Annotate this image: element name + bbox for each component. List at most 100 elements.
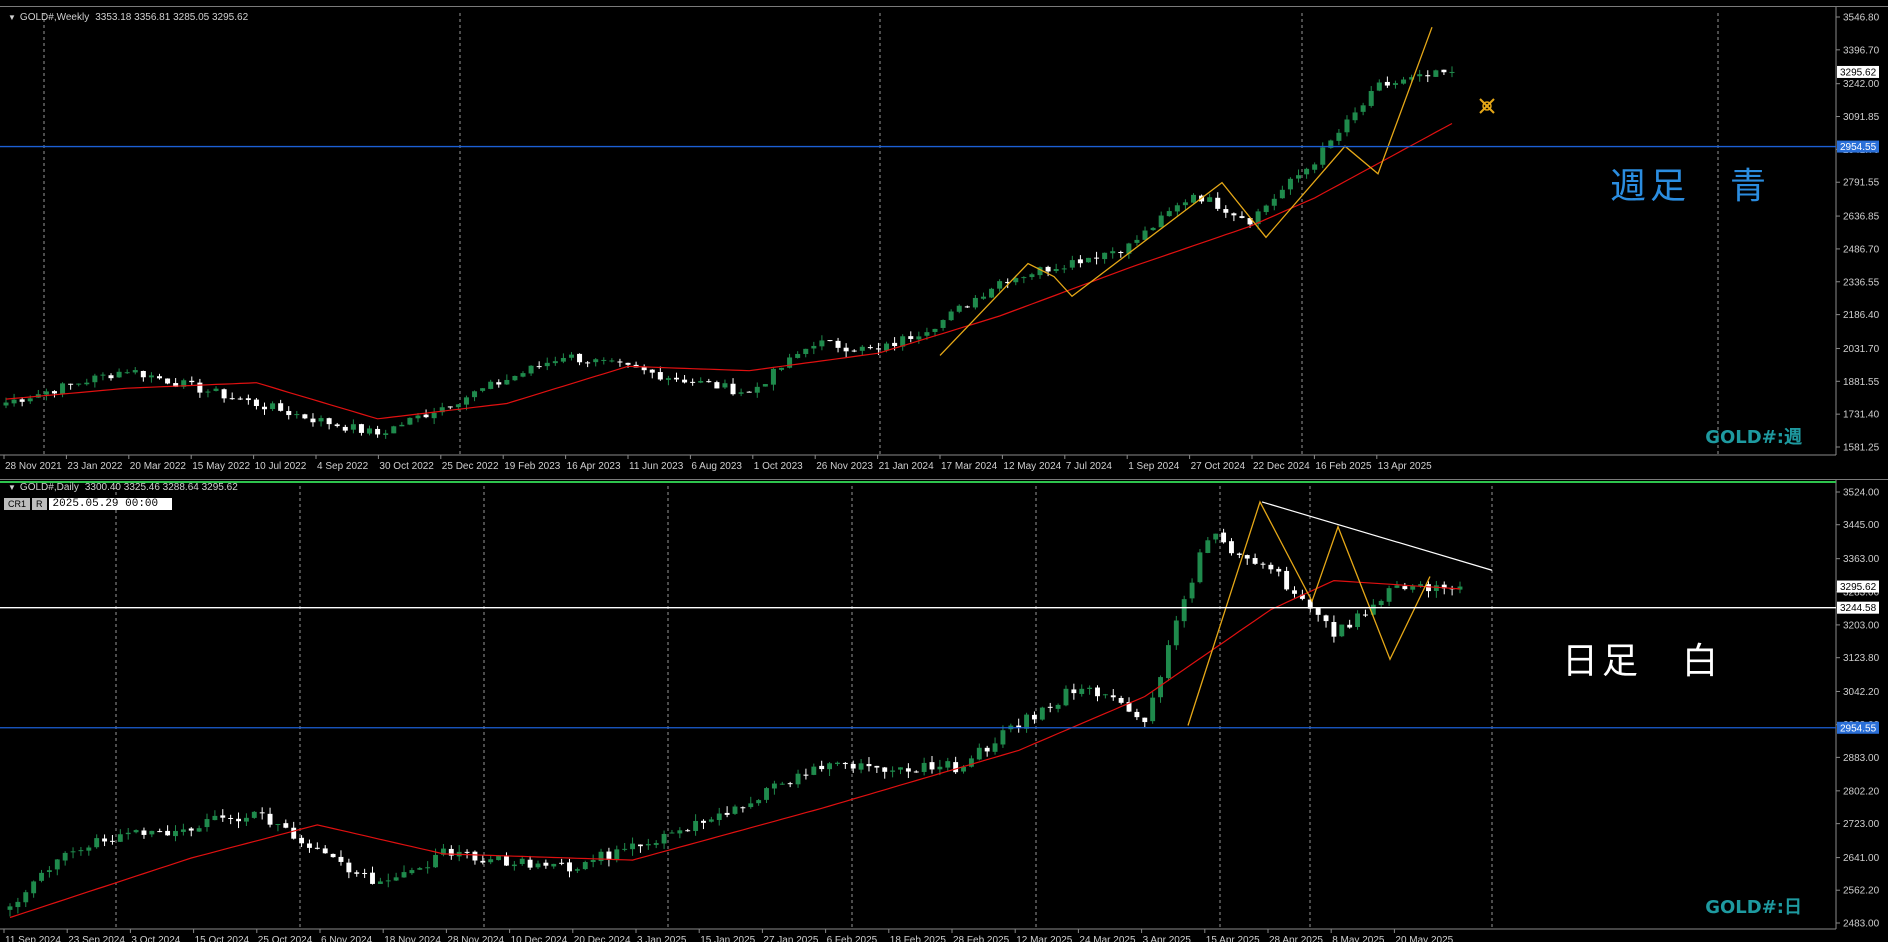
date-input[interactable]: 2025.05.29 00:00 (48, 498, 172, 510)
daily-plot-area[interactable]: 3524.003445.003363.003283.003203.003123.… (0, 480, 1888, 942)
candle-body (968, 758, 974, 767)
candle-body (1244, 555, 1250, 559)
y-tick-label: 3242.00 (1843, 79, 1880, 90)
candle-body (590, 860, 596, 863)
candle-body (251, 811, 257, 818)
candle-body (577, 353, 583, 363)
x-tick-label: 17 Mar 2024 (941, 461, 998, 472)
candle-body (1166, 211, 1172, 217)
cr1-button[interactable]: CR1 (4, 498, 31, 510)
candle-body (377, 881, 383, 884)
candle-body (472, 391, 478, 398)
weekly-symbol-watermark: GOLD#:週 (1705, 427, 1802, 448)
x-tick-label: 1 Sep 2024 (1128, 461, 1180, 472)
candle-body (976, 747, 982, 760)
x-tick-label: 13 Apr 2025 (1378, 461, 1432, 472)
candle-body (1029, 274, 1035, 278)
candle-body (701, 820, 706, 823)
candle-body (391, 426, 397, 434)
candle-body (1197, 552, 1203, 583)
candle-body (407, 417, 413, 425)
candle-body (102, 838, 108, 842)
x-tick-label: 16 Feb 2025 (1315, 461, 1372, 472)
candle-body (1079, 688, 1085, 694)
candle-body (890, 770, 896, 772)
candle-body (1376, 82, 1382, 91)
candle-body (1118, 697, 1124, 703)
candle-body (3, 402, 9, 406)
x-tick-label: 22 Dec 2024 (1253, 461, 1310, 472)
candle-body (585, 362, 591, 364)
candle-body (385, 880, 391, 882)
candle-body (851, 350, 857, 352)
candle-body (913, 771, 919, 773)
collapse-triangle-icon[interactable]: ▼ (8, 13, 16, 22)
candle-body (706, 381, 712, 383)
candle-body (1158, 215, 1164, 228)
candle-body (70, 851, 76, 853)
candle-body (559, 862, 565, 864)
candle-body (116, 371, 122, 378)
candle-body (423, 414, 429, 418)
candle-body (693, 820, 699, 831)
candle-body (1368, 91, 1374, 106)
x-tick-label: 21 Jan 2024 (879, 461, 934, 472)
candle-body (1024, 714, 1030, 729)
weekly-plot-area[interactable]: 3546.803396.703242.003091.852941.702791.… (0, 7, 1888, 473)
candle-body (835, 762, 840, 765)
candle-body (779, 783, 785, 785)
candle-body (625, 362, 631, 365)
y-tick-label: 2336.55 (1843, 277, 1880, 288)
candle-body (724, 812, 730, 815)
candle-body (1134, 239, 1140, 243)
daily-chart-panel[interactable]: ▼ GOLD#,Daily 3300.40 3325.46 3288.64 3295… (0, 479, 1888, 942)
r-button[interactable]: R (32, 498, 47, 510)
candle-body (1189, 582, 1195, 599)
y-tick-label: 1881.55 (1843, 377, 1880, 388)
candle-body (229, 398, 235, 400)
candle-body (1077, 259, 1083, 264)
candle-body (1378, 600, 1384, 606)
candle-body (544, 362, 550, 367)
candle-body (259, 812, 265, 814)
candle-body (795, 353, 801, 358)
candle-body (827, 763, 833, 770)
candle-body (560, 357, 566, 362)
collapse-triangle-icon[interactable]: ▼ (8, 483, 16, 492)
candle-body (1063, 688, 1069, 706)
candle-body (601, 359, 607, 361)
candle-body (157, 831, 163, 833)
candle-body (409, 870, 415, 874)
candle-body (1047, 706, 1053, 708)
candle-body (673, 377, 679, 380)
candle-body (708, 819, 714, 822)
candle-body (677, 830, 683, 834)
candle-body (294, 414, 300, 416)
weekly-chart-panel[interactable]: ▼ GOLD#,Weekly 3353.18 3356.81 3285.05 329… (0, 6, 1888, 473)
candle-body (984, 747, 990, 752)
candle-body (875, 348, 881, 350)
daily-symbol-watermark: GOLD#:日 (1705, 897, 1802, 918)
y-tick-label: 2486.70 (1843, 244, 1880, 255)
candle-body (165, 378, 171, 384)
candle-body (196, 828, 202, 832)
candle-body (843, 347, 849, 352)
candle-body (1239, 216, 1245, 218)
candle-body (367, 428, 373, 434)
candle-body (220, 815, 226, 818)
candle-body (261, 406, 268, 410)
candle-body (278, 403, 284, 411)
candle-body (661, 833, 667, 844)
candle-body (795, 773, 801, 785)
candle-body (133, 830, 139, 833)
candle-body (84, 382, 90, 385)
candle-body (1207, 197, 1213, 202)
candle-body (124, 372, 130, 374)
cursor-crosshair-icon[interactable] (1479, 98, 1495, 114)
weekly-ohlc: 3353.18 3356.81 3285.05 3295.62 (95, 12, 249, 23)
candle-body (669, 832, 675, 834)
y-tick-label: 3445.00 (1843, 520, 1880, 531)
candle-body (318, 418, 324, 422)
candle-body (1386, 588, 1392, 602)
x-tick-label: 12 May 2024 (1003, 461, 1061, 472)
